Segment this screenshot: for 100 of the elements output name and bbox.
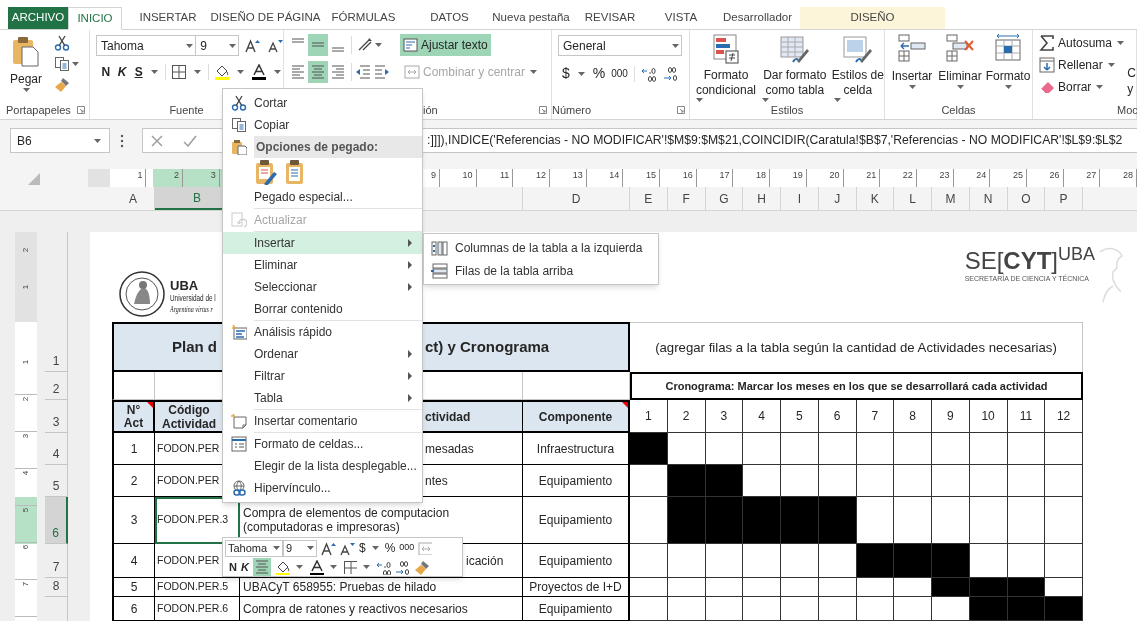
menu-item[interactable]: Filas de la tabla arriba — [424, 259, 658, 282]
schedule-cell[interactable] — [969, 578, 1008, 597]
dialog-launcher-icon[interactable] — [77, 106, 85, 114]
caret-icon[interactable] — [72, 62, 79, 66]
column-header[interactable]: F — [667, 187, 706, 210]
table-cell[interactable]: FODON.PER.6 — [155, 597, 240, 621]
caret-icon[interactable] — [295, 565, 303, 569]
ribbon-tab[interactable]: Nueva pestaña — [489, 7, 573, 29]
schedule-cell[interactable] — [856, 497, 895, 544]
schedule-cell[interactable] — [894, 433, 932, 465]
ribbon-tab[interactable]: ARCHIVO — [8, 7, 68, 29]
schedule-cell[interactable] — [667, 597, 706, 621]
ribbon-tab[interactable]: DISEÑO — [800, 7, 945, 29]
schedule-cell[interactable] — [856, 597, 895, 621]
schedule-cell[interactable] — [705, 544, 744, 578]
paste-button[interactable]: Pegar — [6, 33, 46, 97]
menu-item[interactable]: Copiar — [223, 114, 422, 136]
menu-item[interactable]: Seleccionar — [223, 276, 422, 298]
schedule-cell[interactable] — [818, 544, 857, 578]
menu-item[interactable]: Tabla — [223, 387, 422, 409]
paste-formatting-icon[interactable] — [254, 159, 278, 185]
scissors-icon[interactable] — [54, 35, 70, 51]
ribbon-tab[interactable]: Desarrollador — [715, 7, 800, 29]
column-header[interactable]: I — [781, 187, 819, 210]
schedule-cell[interactable] — [781, 433, 819, 465]
name-box[interactable]: B6 — [10, 128, 110, 153]
table-cell[interactable]: FODON.PER.3 — [155, 497, 240, 544]
schedule-cell[interactable] — [1007, 544, 1046, 578]
formula-text[interactable]: :]]]),INDICE('Referencias - NO MODIFICAR'!$M$9:$M$21,COINCIDIR(Caratula!$B$7,'Referencias - NO MODIFICAR'!$L$9:$L$2 — [427, 131, 1123, 150]
font-color-icon[interactable] — [251, 64, 267, 80]
ribbon-tab[interactable]: DATOS — [410, 7, 489, 29]
borders-icon[interactable] — [171, 64, 188, 80]
schedule-cell[interactable] — [743, 433, 781, 465]
font-name-field[interactable]: Tahoma — [225, 539, 283, 557]
schedule-cell[interactable] — [705, 597, 744, 621]
column-header[interactable]: K — [856, 187, 895, 210]
bold-button[interactable]: N — [229, 558, 237, 576]
shrink-font-icon[interactable] — [268, 38, 283, 53]
font-name-field[interactable]: Tahoma — [96, 35, 197, 56]
menu-item[interactable]: Columnas de la tabla a la izquierda — [424, 236, 658, 259]
schedule-cell[interactable] — [969, 597, 1008, 621]
schedule-cell[interactable] — [1045, 497, 1083, 544]
menu-item[interactable]: Insertar — [223, 232, 422, 254]
enter-icon[interactable] — [183, 134, 197, 147]
format-cells-icon[interactable] — [993, 33, 1023, 63]
menu-item[interactable]: Ordenar — [223, 343, 422, 365]
column-header[interactable]: P — [1045, 187, 1083, 210]
schedule-cell[interactable] — [969, 544, 1008, 578]
font-size-field[interactable]: 9 — [283, 539, 317, 557]
schedule-cell[interactable] — [667, 497, 706, 544]
schedule-cell[interactable] — [781, 544, 819, 578]
row-header[interactable]: 4 — [45, 433, 68, 465]
caret-icon[interactable] — [577, 71, 585, 76]
column-header[interactable]: M — [932, 187, 970, 210]
caret-icon[interactable] — [273, 546, 280, 550]
increase-decimal-icon[interactable] — [375, 559, 391, 575]
schedule-cell[interactable] — [932, 497, 970, 544]
schedule-cell[interactable] — [781, 597, 819, 621]
caret-icon[interactable] — [307, 546, 314, 550]
dialog-launcher-icon[interactable] — [539, 106, 547, 114]
schedule-cell[interactable] — [1007, 465, 1046, 497]
schedule-cell[interactable] — [743, 465, 781, 497]
row-header[interactable]: 1 — [45, 322, 68, 372]
wrap-text-button[interactable]: Ajustar texto — [400, 34, 491, 56]
column-header[interactable]: O — [1007, 187, 1046, 210]
schedule-cell[interactable] — [667, 544, 706, 578]
schedule-cell[interactable] — [1007, 433, 1046, 465]
schedule-cell[interactable] — [932, 433, 970, 465]
schedule-cell[interactable] — [818, 465, 857, 497]
caret-icon[interactable] — [94, 138, 101, 143]
fill-bucket-icon[interactable] — [274, 559, 290, 575]
schedule-cell[interactable] — [667, 433, 706, 465]
schedule-cell[interactable] — [1007, 597, 1046, 621]
format-as-table-button[interactable]: Dar formato como tabla — [759, 33, 830, 102]
schedule-cell[interactable] — [705, 578, 744, 597]
increase-indent-icon[interactable] — [374, 64, 390, 80]
column-header[interactable]: J — [818, 187, 857, 210]
schedule-cell[interactable] — [630, 597, 668, 621]
eraser-icon[interactable] — [1039, 79, 1055, 95]
format-cells-button[interactable]: Formato — [985, 33, 1031, 101]
menu-item[interactable]: Cortar — [223, 92, 422, 114]
schedule-cell[interactable] — [630, 465, 668, 497]
schedule-cell[interactable] — [856, 433, 895, 465]
brush-icon[interactable] — [413, 559, 429, 575]
schedule-cell[interactable] — [969, 497, 1008, 544]
thousands-button[interactable]: 000 — [611, 66, 628, 81]
ribbon-tab[interactable]: REVISAR — [573, 7, 647, 29]
borders-icon[interactable] — [342, 560, 357, 574]
schedule-cell[interactable] — [667, 578, 706, 597]
font-color-icon[interactable] — [308, 559, 324, 575]
menu-item[interactable]: Eliminar — [223, 254, 422, 276]
schedule-cell[interactable] — [969, 465, 1008, 497]
caret-icon[interactable] — [274, 70, 281, 74]
schedule-cell[interactable] — [1045, 544, 1083, 578]
schedule-cell[interactable] — [781, 578, 819, 597]
row-header[interactable]: 6 — [45, 497, 68, 544]
schedule-cell[interactable] — [894, 497, 932, 544]
table-format-icon[interactable] — [778, 33, 811, 65]
caret-icon[interactable] — [375, 43, 382, 47]
schedule-cell[interactable] — [932, 465, 970, 497]
